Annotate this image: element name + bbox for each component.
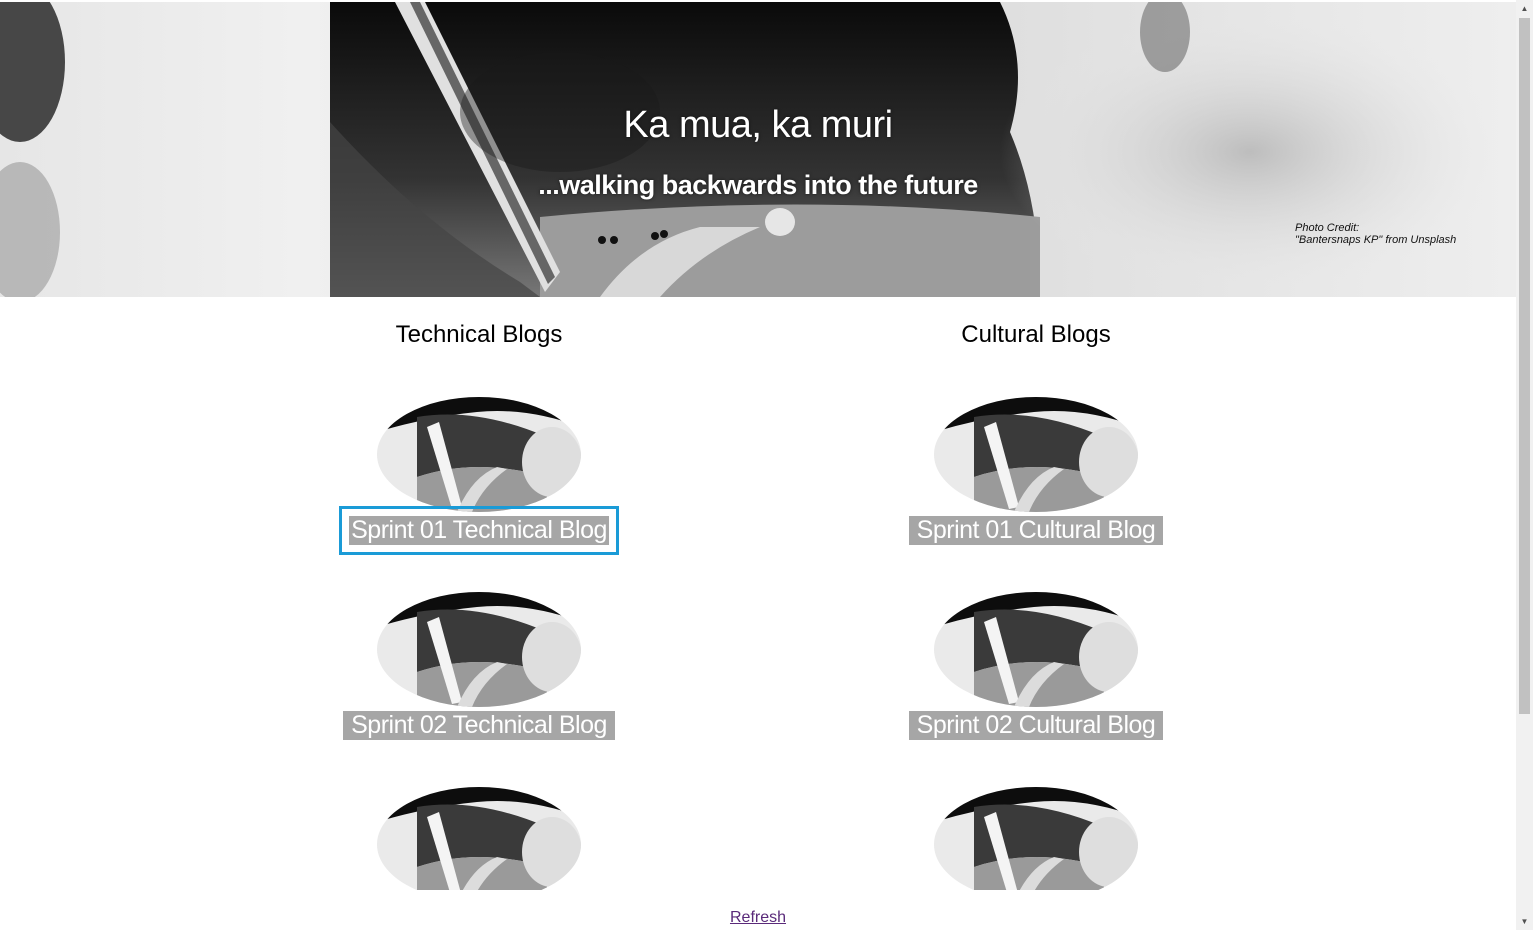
blog-card: Sprint 01 Technical Blog	[279, 397, 679, 557]
vertical-scrollbar[interactable]: ▲ ▼	[1516, 0, 1533, 930]
mirror-thumbnail[interactable]	[934, 397, 1138, 512]
hero-banner: Ka mua, ka muri ...walking backwards int…	[0, 2, 1516, 297]
refresh-link[interactable]: Refresh	[730, 909, 786, 926]
mirror-image	[934, 592, 1138, 707]
photo-credit: Photo Credit: "Bantersnaps KP" from Unsp…	[1295, 222, 1456, 246]
mirror-thumbnail[interactable]	[377, 592, 581, 707]
sprint-02-technical-blog-link[interactable]: Sprint 02 Technical Blog	[343, 711, 615, 740]
photo-credit-label: Photo Credit:	[1295, 222, 1360, 234]
page: Ka mua, ka muri ...walking backwards int…	[0, 0, 1516, 930]
hero-background-photo	[0, 2, 1500, 297]
mirror-thumbnail[interactable]	[377, 397, 581, 512]
scroll-down-arrow-icon[interactable]: ▼	[1516, 913, 1533, 930]
blog-card: Sprint 01 Cultural Blog	[836, 397, 1236, 557]
blog-card	[279, 787, 679, 890]
hero-title: Ka mua, ka muri	[623, 104, 893, 146]
blog-card	[836, 787, 1236, 890]
cultural-blogs-heading: Cultural Blogs	[961, 321, 1111, 348]
mirror-image	[934, 787, 1138, 890]
mirror-image	[377, 787, 581, 890]
photo-credit-source: "Bantersnaps KP" from Unsplash	[1295, 234, 1457, 246]
technical-blogs-heading: Technical Blogs	[395, 321, 563, 348]
mirror-thumbnail[interactable]	[377, 787, 581, 890]
mirror-image	[934, 397, 1138, 512]
scroll-up-arrow-icon[interactable]: ▲	[1516, 0, 1533, 17]
sprint-01-cultural-blog-link[interactable]: Sprint 01 Cultural Blog	[908, 516, 1164, 545]
hero-subtitle: ...walking backwards into the future	[538, 170, 978, 200]
sprint-01-technical-blog-link[interactable]: Sprint 01 Technical Blog	[339, 506, 619, 555]
mirror-thumbnail[interactable]	[934, 592, 1138, 707]
sprint-02-cultural-blog-link[interactable]: Sprint 02 Cultural Blog	[908, 711, 1164, 740]
mirror-thumbnail[interactable]	[934, 787, 1138, 890]
mirror-image	[377, 397, 581, 512]
blog-card: Sprint 02 Cultural Blog	[836, 592, 1236, 752]
mirror-image	[377, 592, 581, 707]
blog-card: Sprint 02 Technical Blog	[279, 592, 679, 752]
scrollbar-thumb[interactable]	[1519, 18, 1530, 714]
refresh-footer: Refresh	[0, 909, 1516, 927]
